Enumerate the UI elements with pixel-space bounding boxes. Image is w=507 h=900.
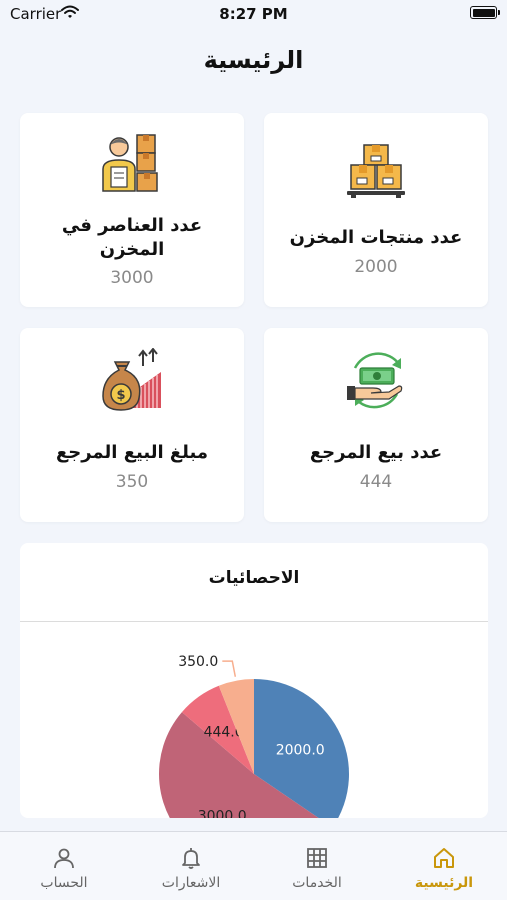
cash-hand-icon [347,352,403,409]
tab-label: الاشعارات [161,875,221,891]
tab-notifications[interactable]: الاشعارات [128,832,254,900]
svg-text:$: $ [116,388,125,403]
tab-bar: الرئيسية الخدمات الاشعارات الحساب [0,831,507,900]
pie-chart: 2000.03000.0444.0350.0 [159,654,349,818]
tab-home[interactable]: الرئيسية [381,832,507,900]
grid-icon [307,848,327,868]
card-reference-sales-amount[interactable]: $ مبلغ البيع المرجع 350 [20,328,244,522]
money-bag-growth-icon: $ [102,348,161,411]
card-label: عدد منتجات المخزن [289,227,463,248]
card-reference-sales-count[interactable]: عدد بيع المرجع 444 [264,328,488,522]
clock: 8:27 PM [219,5,288,23]
tab-label: الحساب [40,875,88,891]
card-warehouse-items[interactable]: عدد العناصر في المخزن 3000 [20,113,244,307]
worker-boxes-icon [102,134,158,192]
battery-icon [470,6,500,19]
card-label: عدد العناصر في المخزن [61,215,203,260]
card-value: 2000 [354,257,398,277]
pie-data-label: 3000.0 [198,808,247,818]
bell-icon [182,848,200,869]
home-icon [434,848,454,868]
tab-label: الرئيسية [414,875,474,891]
statistics-title: الاحصائيات [208,568,300,588]
card-label: مبلغ البيع المرجع [55,442,209,463]
card-value: 444 [359,472,393,492]
tab-label: الخدمات [292,875,342,891]
status-bar: Carrier 8:27 PM [0,0,507,28]
user-icon [54,848,74,869]
statistics-card: الاحصائيات 2000.0 3000.0 444.0 350.0 [20,543,488,818]
pie-data-label: 2000.0 [276,743,325,759]
tab-account[interactable]: الحساب [1,832,127,900]
card-value: 3000 [110,268,154,288]
card-warehouse-products[interactable]: عدد منتجات المخزن 2000 [264,113,488,307]
card-value: 350 [115,472,149,492]
pie-data-label: 350.0 [178,654,218,670]
tab-services[interactable]: الخدمات [254,832,380,900]
boxes-icon [347,144,405,198]
page-title: الرئيسية [203,46,304,74]
pie-leader-line [222,660,237,677]
card-label: عدد بيع المرجع [309,442,443,463]
